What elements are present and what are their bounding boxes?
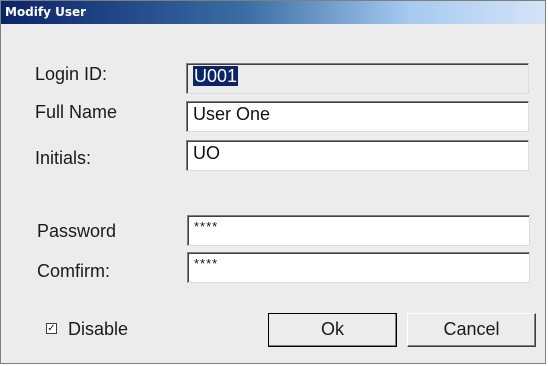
login-id-value: U001: [193, 66, 239, 86]
ok-button[interactable]: Ok: [268, 313, 397, 347]
dialog-title: Modify User: [5, 5, 87, 19]
full-name-value: User One: [193, 104, 271, 124]
disable-label[interactable]: Disable: [68, 319, 128, 340]
check-mark-icon: ✓: [47, 323, 56, 334]
login-id-label: Login ID:: [35, 64, 108, 84]
login-id-field[interactable]: U001: [186, 63, 529, 94]
password-field[interactable]: ****: [187, 215, 530, 246]
confirm-field[interactable]: ****: [187, 252, 530, 283]
full-name-field[interactable]: User One: [186, 101, 529, 132]
initials-field[interactable]: UO: [186, 140, 529, 171]
modify-user-dialog: Modify User Login ID: U001 Full Name Use…: [0, 0, 546, 364]
password-value: ****: [194, 219, 219, 234]
disable-checkbox[interactable]: ✓: [46, 323, 57, 334]
initials-label: Initials:: [35, 148, 92, 168]
full-name-label: Full Name: [35, 102, 118, 122]
cancel-button[interactable]: Cancel: [407, 313, 536, 347]
initials-value: UO: [193, 143, 220, 163]
confirm-value: ****: [194, 256, 219, 271]
password-label: Password: [37, 221, 117, 241]
confirm-label: Comfirm:: [37, 261, 110, 281]
title-bar[interactable]: Modify User: [1, 1, 545, 24]
